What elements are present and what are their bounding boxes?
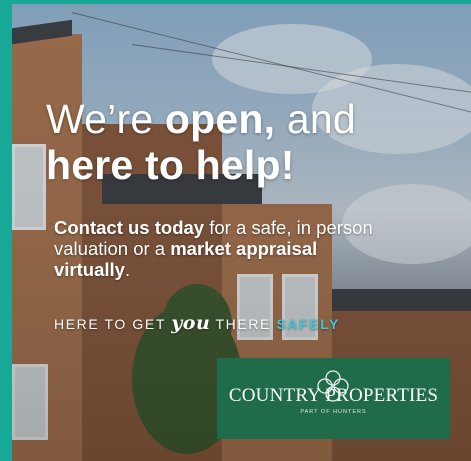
headline-bold-open: open, bbox=[164, 96, 276, 142]
body-period: . bbox=[124, 259, 131, 280]
body-copy: Contact us today for a safe, in person v… bbox=[54, 217, 394, 280]
country-properties-logo[interactable]: COUNTRY PROPERTIES PART OF HUNTERS bbox=[217, 358, 450, 439]
teal-frame: We’re open, and here to help! Contact us… bbox=[0, 0, 471, 461]
headline: We’re open, and here to help! bbox=[46, 96, 356, 188]
headline-bold-help: here to help! bbox=[46, 142, 295, 188]
tagline-script-word: you bbox=[171, 312, 211, 334]
tagline-part2: THERE bbox=[210, 316, 277, 332]
tagline: HERE TO GET you THERE SAFELY bbox=[54, 312, 340, 334]
headline-and: and bbox=[275, 96, 356, 142]
body-bold-contact: Contact us today bbox=[54, 217, 205, 238]
logo-subtitle: PART OF HUNTERS bbox=[300, 409, 367, 415]
headline-light: We’re bbox=[46, 96, 165, 142]
logo-name: COUNTRY PROPERTIES bbox=[228, 385, 439, 406]
tagline-accent-word: SAFELY bbox=[276, 316, 340, 332]
tagline-part1: HERE TO GET bbox=[54, 316, 172, 332]
